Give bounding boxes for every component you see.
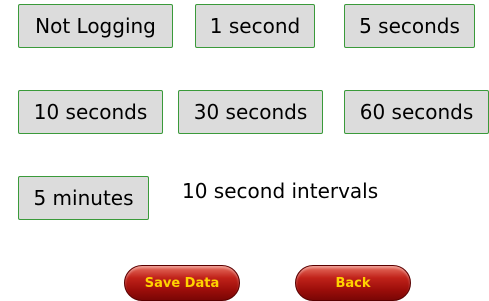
five-minutes-button[interactable]: 5 minutes <box>18 176 149 220</box>
thirty-seconds-button[interactable]: 30 seconds <box>178 90 323 134</box>
save-data-button[interactable]: Save Data <box>124 265 240 301</box>
five-seconds-button[interactable]: 5 seconds <box>344 4 475 48</box>
one-second-button[interactable]: 1 second <box>195 4 315 48</box>
ten-seconds-button[interactable]: 10 seconds <box>18 90 163 134</box>
back-button[interactable]: Back <box>295 265 411 301</box>
current-interval-label: 10 second intervals <box>182 179 379 203</box>
sixty-seconds-button[interactable]: 60 seconds <box>344 90 489 134</box>
not-logging-button[interactable]: Not Logging <box>18 4 173 48</box>
